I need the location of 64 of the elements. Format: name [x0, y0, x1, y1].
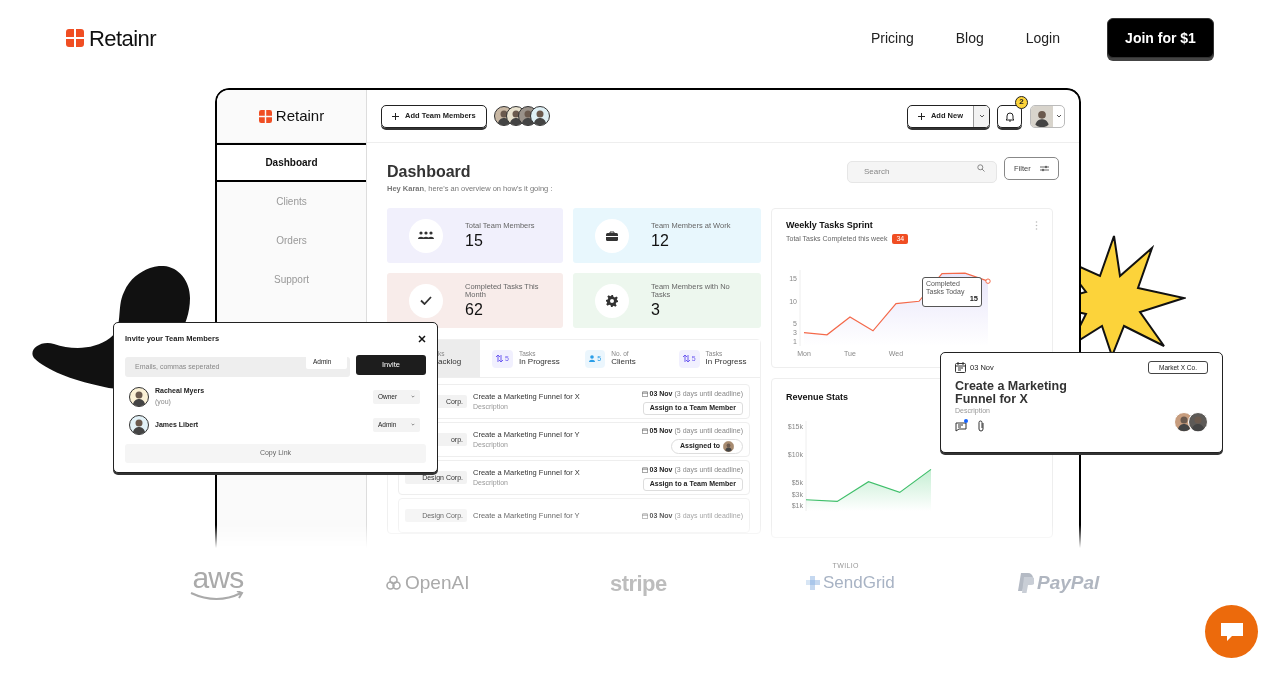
- search-field[interactable]: Search: [847, 160, 997, 183]
- sort-icon: [496, 355, 503, 363]
- plus-icon: [917, 112, 925, 120]
- close-icon[interactable]: [418, 334, 426, 343]
- logo: OpenAI: [405, 570, 470, 595]
- notification-badge: 2: [1015, 95, 1028, 109]
- briefcase-icon: [606, 230, 618, 241]
- p-mark-icon: [1017, 573, 1034, 593]
- chevron-down-icon: [978, 114, 985, 118]
- sort-icon: [682, 355, 690, 363]
- card-title: Revenue Stats: [786, 391, 849, 405]
- sliders-icon: [1040, 165, 1049, 172]
- logo-icon: [66, 29, 84, 47]
- join-button[interactable]: Join for $1: [1107, 18, 1214, 58]
- stat-value: 15: [465, 231, 484, 250]
- brand-name: Retainr: [275, 105, 325, 126]
- calendar-icon: [955, 362, 966, 373]
- tab-label: In Progress: [705, 357, 747, 368]
- chevron-down-icon: [411, 423, 415, 427]
- plus-icon: [392, 112, 399, 120]
- tab-label: In Progress: [518, 357, 560, 368]
- paperclip-icon[interactable]: [978, 419, 985, 432]
- task-title: Create a Marketing Funnel for X: [955, 380, 1068, 406]
- more-icon: [1035, 221, 1038, 231]
- logo: PayPal: [1037, 570, 1100, 595]
- chevron-down-icon: [411, 395, 415, 399]
- notification-button[interactable]: [997, 104, 1022, 128]
- calendar-icon: [641, 467, 648, 474]
- comment-icon[interactable]: [955, 419, 968, 432]
- calendar-icon: [641, 512, 648, 519]
- nav-link[interactable]: Blog: [934, 27, 1005, 49]
- profile-button[interactable]: [1030, 104, 1065, 128]
- logo: aws: [188, 565, 248, 601]
- tab-label: acklog: [438, 357, 462, 368]
- card-title: Weekly Tasks Sprint: [786, 219, 874, 233]
- squares-icon: [806, 576, 820, 590]
- avatar: [723, 440, 734, 452]
- knot-icon: [385, 574, 402, 592]
- page-title: Dashboard: [387, 163, 472, 181]
- calendar-icon: [641, 428, 648, 435]
- logo: SendGrid: [823, 573, 895, 593]
- logo: stripe: [610, 569, 667, 598]
- stat-value: 62: [465, 300, 484, 319]
- brand-name[interactable]: Retainr: [89, 21, 157, 55]
- chat-bubble-icon: [1219, 621, 1244, 642]
- stat-value: 3: [651, 300, 661, 319]
- stat-value: 12: [651, 231, 670, 250]
- bell-icon: [1004, 110, 1015, 122]
- chat-button[interactable]: [1205, 605, 1258, 658]
- nav-link[interactable]: Login: [1004, 27, 1081, 49]
- logo-icon: [258, 109, 272, 123]
- calendar-icon: [641, 391, 648, 398]
- nav-link[interactable]: Pricing: [849, 27, 935, 49]
- group-icon: [418, 231, 434, 241]
- avatar: [529, 106, 550, 126]
- sidebar-item[interactable]: Dashboard: [217, 143, 366, 182]
- search-icon: [977, 164, 985, 172]
- tab-label: Clients: [611, 357, 636, 368]
- avatar: [1188, 411, 1208, 432]
- check-icon: [420, 296, 432, 306]
- chevron-down-icon: [1055, 114, 1062, 118]
- gear-icon: [606, 294, 618, 307]
- person-icon: [589, 355, 596, 363]
- end-point: [985, 278, 991, 285]
